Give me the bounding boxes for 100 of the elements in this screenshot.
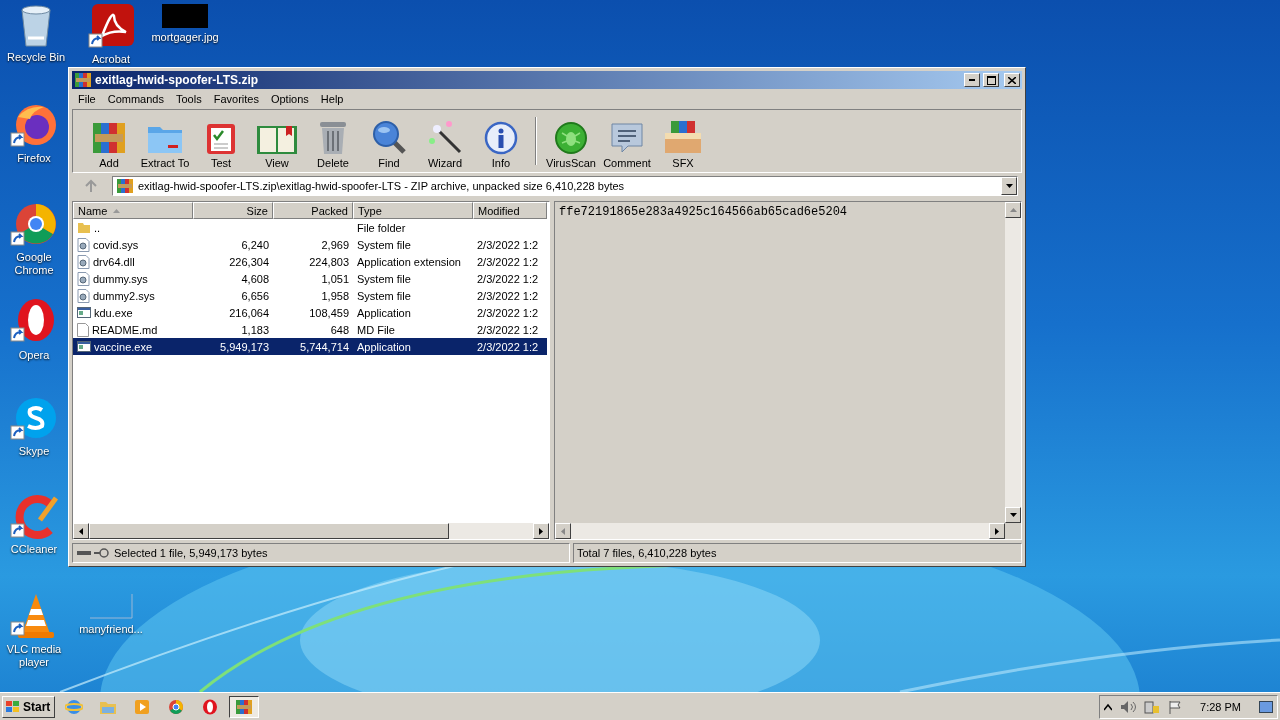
maximize-button[interactable] — [983, 73, 999, 87]
gear-file-icon — [77, 237, 90, 252]
menu-item[interactable]: Favorites — [207, 92, 265, 105]
taskbar-button[interactable] — [229, 695, 260, 718]
toolbar-button[interactable]: Delete — [305, 113, 361, 169]
up-arrow-icon — [1009, 208, 1017, 212]
table-cell[interactable]: dummy.sys — [73, 270, 193, 287]
address-field[interactable]: exitlag-hwid-spoofer-LTS.zip\exitlag-hwid-spoofer-LTS - ZIP archive, unpacked size 6,410,228 bytes — [112, 176, 1018, 196]
table-cell[interactable]: dummy2.sys — [73, 287, 193, 304]
status-text: Selected 1 file, 5,949,173 bytes — [114, 547, 268, 559]
books-icon — [116, 178, 134, 194]
wand-icon — [427, 119, 463, 155]
minimize-icon — [969, 79, 975, 81]
start-button[interactable]: Start — [2, 695, 56, 718]
network-icon[interactable] — [1144, 699, 1161, 714]
table-cell: 5,949,173 — [193, 338, 273, 355]
desktop-icon[interactable]: Recycle Bin — [3, 4, 69, 64]
desktop-icon[interactable]: Firefox — [1, 103, 67, 165]
toolbar-button[interactable]: Info — [473, 113, 529, 169]
minimize-button[interactable] — [964, 73, 980, 87]
table-cell[interactable]: drv64.dll — [73, 253, 193, 270]
menu-item[interactable]: Commands — [101, 92, 170, 105]
desktop-icon[interactable]: VLC media player — [1, 592, 67, 669]
table-cell: Application — [353, 338, 473, 355]
toolbar-button[interactable]: Test — [193, 113, 249, 169]
caret-icon — [1005, 184, 1013, 188]
chevron-icon[interactable] — [1104, 702, 1113, 711]
desktop-icon[interactable]: mortgager.jpg — [152, 4, 218, 44]
down-arrow-icon — [1009, 513, 1017, 517]
flag-icon[interactable] — [1168, 699, 1183, 714]
dropdown-button[interactable] — [1001, 177, 1017, 195]
table-cell-text: 6,240 — [240, 237, 270, 253]
table-cell[interactable]: README.md — [73, 321, 193, 338]
table-cell-text: 1,183 — [240, 322, 270, 338]
desktop-icon[interactable]: Google Chrome — [1, 202, 67, 277]
menu-item[interactable]: File — [72, 92, 102, 105]
column-header[interactable]: Name — [73, 202, 193, 219]
toolbar-button[interactable]: View — [249, 113, 305, 169]
desktop-icon[interactable]: Skype — [1, 396, 67, 458]
toolbar-button[interactable]: Add — [81, 113, 137, 169]
horizontal-scrollbar[interactable] — [555, 523, 1005, 539]
table-cell: 5,744,714 — [273, 338, 353, 355]
vertical-scrollbar[interactable] — [1005, 202, 1021, 523]
table-cell-text: Application — [356, 305, 412, 321]
right-arrow-icon — [539, 527, 543, 535]
column-header[interactable]: Modified — [473, 202, 547, 219]
toolbar-button[interactable]: Comment — [599, 113, 655, 169]
table-cell-text: 2/3/2022 1:2 — [476, 254, 540, 270]
menu-item[interactable]: Help — [314, 92, 350, 105]
window-file-icon — [77, 306, 91, 319]
table-cell-text: System file — [356, 271, 412, 287]
window-title: exitlag-hwid-spoofer-LTS.zip — [95, 73, 260, 87]
toolbar-button[interactable]: Extract To — [137, 113, 193, 169]
toolbar-button[interactable]: SFX — [655, 113, 711, 169]
chat-bubble-icon — [10, 396, 58, 442]
speaker-icon[interactable] — [1120, 699, 1137, 714]
blank-file-icon — [77, 322, 89, 337]
column-header[interactable]: Type — [353, 202, 473, 219]
table-cell[interactable]: kdu.exe — [73, 304, 193, 321]
table-cell: 2/3/2022 1:2 — [473, 338, 547, 355]
table-cell-text: 4,608 — [240, 271, 270, 287]
column-header[interactable]: Size — [193, 202, 273, 219]
table-cell-text: Application extension — [356, 254, 462, 270]
books-icon — [235, 698, 254, 715]
box-icon — [663, 119, 703, 155]
desktop-icon[interactable]: Acrobat — [78, 4, 144, 66]
toolbar-button[interactable]: Find — [361, 113, 417, 169]
desktop-icon[interactable]: Opera — [1, 298, 67, 362]
close-button[interactable] — [1004, 73, 1020, 87]
toolbar-button[interactable]: Wizard — [417, 113, 473, 169]
table-cell-text: MD File — [356, 322, 396, 338]
image-thumbnail — [162, 4, 208, 28]
clock-time[interactable]: 7:28 PM — [1190, 700, 1251, 713]
table-cell-text: System file — [356, 237, 412, 253]
pdf-app-icon — [88, 4, 134, 50]
bug-icon — [554, 121, 588, 155]
gear-file-icon — [77, 254, 90, 269]
info-icon — [484, 121, 518, 155]
right-arrow-icon — [995, 527, 999, 535]
table-cell[interactable]: vaccine.exe — [73, 338, 193, 355]
menu-item[interactable]: Options — [264, 92, 315, 105]
book-icon — [256, 123, 298, 155]
table-cell-text: 226,304 — [228, 254, 270, 270]
horizontal-scrollbar[interactable] — [73, 523, 549, 539]
menu-item[interactable]: Tools — [170, 92, 208, 105]
table-cell-text: 6,656 — [240, 288, 270, 304]
table-cell-text: 648 — [329, 322, 350, 338]
table-cell-text: System file — [356, 288, 412, 304]
table-cell[interactable]: .. — [73, 219, 193, 236]
drive-key-icon — [76, 548, 110, 558]
table-cell[interactable]: covid.sys — [73, 236, 193, 253]
column-header[interactable]: Packed — [273, 202, 353, 219]
show-desktop-icon[interactable] — [1259, 700, 1273, 713]
toolbar-button[interactable]: VirusScan — [543, 113, 599, 169]
table-cell-text: 2/3/2022 1:2 — [476, 322, 540, 338]
left-arrow-icon — [561, 527, 565, 535]
gear-file-icon — [77, 288, 90, 303]
speech-bubble-icon — [609, 121, 645, 155]
books-icon — [74, 72, 92, 88]
folder-icon — [77, 221, 91, 234]
